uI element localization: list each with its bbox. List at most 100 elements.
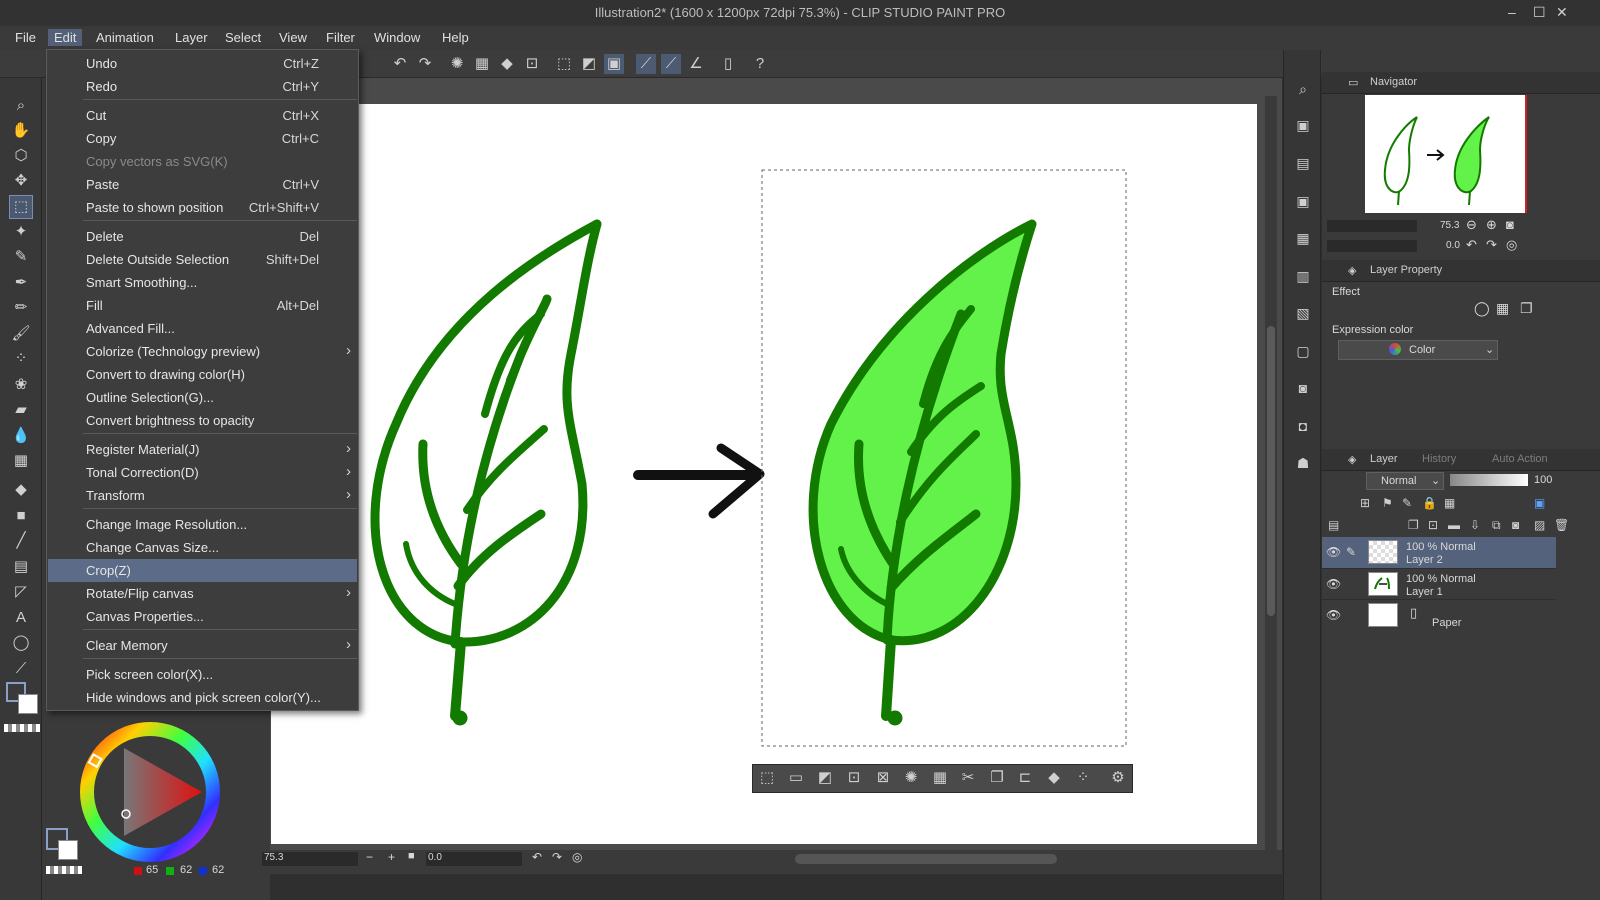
new-folder-icon[interactable]: ▬ xyxy=(1448,518,1460,532)
visibility-eye-icon[interactable]: 👁 xyxy=(1326,608,1341,622)
menu-item-colorize[interactable]: Colorize (Technology preview) › xyxy=(48,340,357,363)
device-icon[interactable]: ▯ xyxy=(718,54,738,74)
lasso-icon[interactable]: ◯ xyxy=(10,632,32,654)
rotate-right-icon[interactable]: ↷ xyxy=(552,850,562,864)
reset-rotation-icon[interactable]: ◎ xyxy=(572,850,582,864)
correct-line-icon[interactable]: ⟋ xyxy=(10,658,32,680)
tone-effect-icon[interactable]: ▦ xyxy=(1496,300,1509,317)
settings-launcher-icon[interactable]: ⚙ xyxy=(1108,768,1128,788)
eyedropper-icon[interactable]: ✎ xyxy=(10,246,32,268)
menu-item-paste-shown-position[interactable]: Paste to shown position Ctrl+Shift+V xyxy=(48,196,357,219)
help-icon[interactable]: ? xyxy=(750,54,770,74)
menu-select[interactable]: Select xyxy=(219,29,267,46)
opacity-value[interactable]: 100 xyxy=(1534,474,1552,486)
border-effect-icon[interactable]: ◯ xyxy=(1474,300,1490,317)
menu-item-crop[interactable]: Crop(Z) xyxy=(48,559,357,582)
edit-pen-icon[interactable]: ✎ xyxy=(1346,545,1356,559)
material-pattern-icon[interactable]: ▥ xyxy=(1291,264,1315,288)
merge-down-icon[interactable]: ⧉ xyxy=(1492,518,1501,533)
layer-row-2[interactable]: 👁 ✎ 100 % Normal Layer 2 xyxy=(1322,537,1556,568)
menu-item-fill[interactable]: Fill Alt+Del xyxy=(48,294,357,317)
fill-launcher-icon[interactable]: ◆ xyxy=(1044,768,1064,788)
expand-launcher-icon[interactable]: ⊡ xyxy=(844,768,864,788)
frame-icon[interactable]: ▤ xyxy=(10,556,32,578)
text-icon[interactable]: A xyxy=(10,607,32,629)
zoom-icon[interactable]: ⌕ xyxy=(10,95,32,117)
zoom-slider[interactable] xyxy=(1327,220,1417,232)
nav-rotate-left-icon[interactable]: ↶ xyxy=(1466,237,1477,253)
auto-select-icon[interactable]: ✦ xyxy=(10,221,32,243)
undo-icon[interactable]: ↶ xyxy=(390,54,410,74)
material-tone-icon[interactable]: ▦ xyxy=(1291,226,1315,250)
fit-icon[interactable]: ■ xyxy=(408,850,415,862)
clear-outside-icon[interactable]: ▦ xyxy=(472,54,492,74)
menu-item-delete-outside-selection[interactable]: Delete Outside Selection Shift+Del xyxy=(48,248,357,271)
delete-layer-icon[interactable]: 🗑 xyxy=(1554,518,1569,532)
material-image-icon[interactable]: ▣ xyxy=(1291,189,1315,213)
menu-item-change-canvas-size[interactable]: Change Canvas Size... xyxy=(48,536,357,559)
expression-color-select[interactable]: Color ⌄ xyxy=(1338,340,1498,360)
layer-color-effect-icon[interactable]: ❐ xyxy=(1520,300,1533,317)
transform-icon[interactable]: ⊡ xyxy=(522,54,542,74)
invert-launcher-icon[interactable]: ◩ xyxy=(815,768,835,788)
panel-transparent-color[interactable] xyxy=(46,866,82,874)
layer-mask-icon[interactable]: ◙ xyxy=(1512,518,1519,532)
visibility-eye-icon[interactable]: 👁 xyxy=(1326,545,1341,559)
panel-sub-color[interactable] xyxy=(58,840,78,860)
menu-item-rotate-flip-canvas[interactable]: Rotate/Flip canvas › xyxy=(48,582,357,605)
menu-item-undo[interactable]: Undo Ctrl+Z xyxy=(48,52,357,75)
pencil-icon[interactable]: ✏ xyxy=(10,297,32,319)
material-folder-icon[interactable]: ▤ xyxy=(1291,151,1315,175)
layer-row-1[interactable]: 👁 100 % Normal Layer 1 xyxy=(1322,568,1556,599)
material-icon[interactable]: ▣ xyxy=(1291,113,1315,137)
operation-icon[interactable]: ⬡ xyxy=(10,145,32,167)
nav-fit-icon[interactable]: ◙ xyxy=(1506,217,1514,232)
hand-icon[interactable]: ✋ xyxy=(10,120,32,142)
menu-filter[interactable]: Filter xyxy=(320,29,361,46)
blend-icon[interactable]: 💧 xyxy=(10,425,32,447)
gradient-icon[interactable]: ■ xyxy=(10,505,32,527)
menu-item-cut[interactable]: Cut Ctrl+X xyxy=(48,104,357,127)
snap-special-ruler-icon[interactable]: ⟋ xyxy=(661,54,681,74)
zoom-out-icon[interactable]: − xyxy=(366,850,373,864)
layer-reference-icon[interactable]: ⚑ xyxy=(1382,496,1393,510)
clear-outside-sel-launcher-icon[interactable]: ▦ xyxy=(930,768,950,788)
color-wheel[interactable] xyxy=(78,720,222,864)
snap-grid-icon[interactable]: ∠ xyxy=(686,54,706,74)
balloon-icon[interactable]: ◸ xyxy=(10,581,32,603)
clear-outside-launcher-icon[interactable]: ▭ xyxy=(786,768,806,788)
horizontal-scroll-thumb[interactable] xyxy=(795,854,1057,864)
fill-icon[interactable]: ◆ xyxy=(497,54,517,74)
cut-launcher-icon[interactable]: ✂ xyxy=(958,768,978,788)
perspective-icon[interactable]: ▦ xyxy=(10,450,32,472)
visibility-eye-icon[interactable]: 👁 xyxy=(1326,577,1341,591)
tab-history[interactable]: History xyxy=(1422,453,1456,465)
snap-ruler-icon[interactable]: ⟋ xyxy=(636,54,656,74)
decoration-icon[interactable]: ❀ xyxy=(10,374,32,396)
menu-item-transform[interactable]: Transform › xyxy=(48,484,357,507)
brush-icon[interactable]: 🖌 xyxy=(10,323,32,345)
menu-item-advanced-fill[interactable]: Advanced Fill... xyxy=(48,317,357,340)
search-icon[interactable]: ⌕ xyxy=(1291,77,1315,101)
transparent-color-swatch[interactable] xyxy=(4,724,40,732)
new-vector-layer-icon[interactable]: ⊡ xyxy=(1428,518,1438,532)
rotate-left-icon[interactable]: ↶ xyxy=(532,850,542,864)
zoom-in-icon[interactable]: + xyxy=(388,850,395,864)
menu-help[interactable]: Help xyxy=(436,29,475,46)
menu-item-smart-smoothing[interactable]: Smart Smoothing... xyxy=(48,271,357,294)
rotation-slider[interactable] xyxy=(1327,240,1417,252)
menu-item-redo[interactable]: Redo Ctrl+Y xyxy=(48,75,357,98)
blend-mode-select[interactable]: Normal ⌄ xyxy=(1366,472,1444,490)
new-raster-layer-icon[interactable]: ❐ xyxy=(1408,518,1419,532)
menu-item-change-image-resolution[interactable]: Change Image Resolution... xyxy=(48,513,357,536)
layer-lock-icon[interactable]: 🔒 xyxy=(1422,496,1437,510)
layer-draft-icon[interactable]: ✎ xyxy=(1402,496,1412,510)
crop-launcher-icon[interactable]: ⊏ xyxy=(1015,768,1035,788)
layer-row-paper[interactable]: 👁 ▯ Paper xyxy=(1322,599,1556,630)
canvas[interactable] xyxy=(271,104,1257,844)
menu-item-copy[interactable]: Copy Ctrl+C xyxy=(48,127,357,150)
tab-auto-action[interactable]: Auto Action xyxy=(1492,453,1548,465)
menu-animation[interactable]: Animation xyxy=(90,29,160,46)
sub-color-swatch[interactable] xyxy=(18,694,38,714)
layer-lock-transparent-icon[interactable]: ▦ xyxy=(1444,496,1455,510)
